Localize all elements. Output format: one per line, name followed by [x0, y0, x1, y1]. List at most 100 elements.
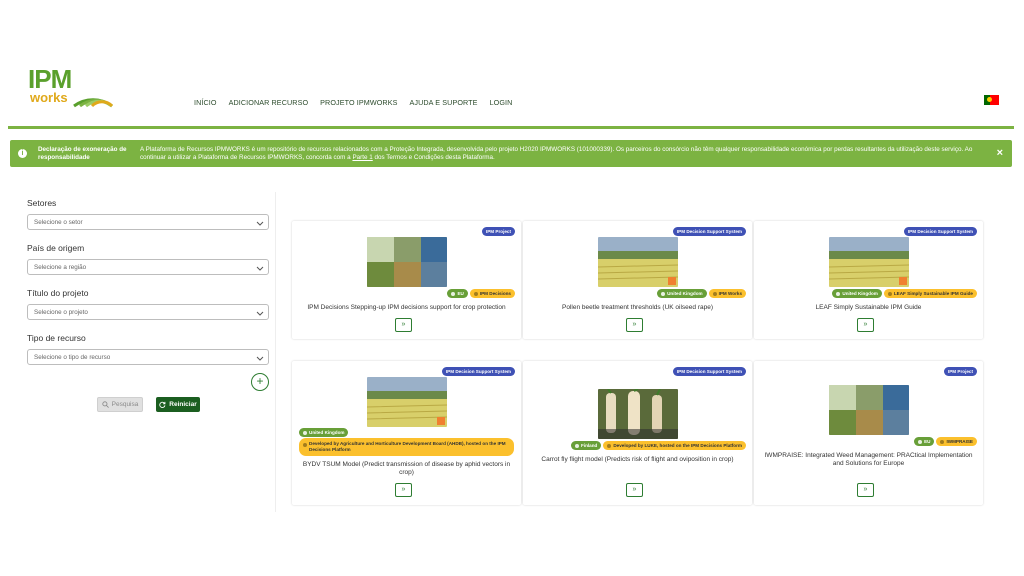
country-placeholder: Selecione a região: [34, 264, 87, 271]
open-resource-button[interactable]: »: [857, 318, 874, 332]
nav-ajuda-suporte[interactable]: AJUDA E SUPORTE: [410, 98, 478, 107]
add-filter-button[interactable]: +: [251, 373, 269, 391]
country-tag: EU: [447, 289, 468, 298]
project-label: Título do projeto: [27, 288, 89, 298]
resource-type-badge: IPM Decision Support System: [672, 367, 746, 376]
project-placeholder: Selecione o projeto: [34, 309, 88, 316]
developer-tag: Developed by Agriculture and Horticultur…: [299, 438, 514, 456]
open-resource-button[interactable]: »: [395, 483, 412, 497]
logo-arcs-icon: [73, 98, 114, 108]
disclaimer-title: Declaração de exoneração de responsabili…: [38, 146, 127, 161]
resource-card[interactable]: IPM Project EU IWMPRAISE IWMPRAISE: Inte…: [754, 361, 983, 505]
filters-panel: Setores Selecione o setor País de origem…: [27, 198, 271, 378]
card-tags: United Kingdom LEAF Simply Sustainable I…: [832, 289, 977, 298]
resource-card[interactable]: IPM Decision Support System United Kingd…: [292, 361, 521, 505]
resource-type-badge: IPM Decision Support System: [441, 367, 515, 376]
resource-thumbnail-image: [829, 237, 909, 287]
resource-type-badge: IPM Project: [943, 367, 977, 376]
nav-login[interactable]: LOGIN: [490, 98, 513, 107]
open-resource-button[interactable]: »: [626, 318, 643, 332]
close-icon[interactable]: ×: [997, 147, 1003, 159]
project-tag: LEAF Simply Sustainable IPM Guide: [883, 289, 977, 298]
resource-thumbnail-image: [367, 377, 447, 427]
project-tag-text: LEAF Simply Sustainable IPM Guide: [893, 291, 973, 296]
disclaimer-text-part2: dos Termos e Condições desta Plataforma.: [372, 154, 495, 161]
panel-divider: [275, 192, 276, 512]
card-tags: United Kingdom: [299, 428, 349, 437]
country-tag: Finland: [571, 441, 602, 450]
disclaimer-banner: i Declaração de exoneração de responsabi…: [10, 140, 1012, 167]
resource-type-badge: IPM Project: [481, 227, 515, 236]
country-tag: EU: [914, 437, 935, 446]
card-title[interactable]: LEAF Simply Sustainable IPM Guide: [762, 304, 975, 312]
disclaimer-text: A Plataforma de Recursos IPMWORKS é um r…: [140, 146, 990, 162]
card-tags: United Kingdom IPM Works: [657, 289, 746, 298]
card-title[interactable]: IWMPRAISE: Integrated Weed Management: P…: [762, 452, 975, 468]
reset-button-label: Reiniciar: [169, 401, 197, 408]
open-resource-button[interactable]: »: [626, 483, 643, 497]
country-tag-text: United Kingdom: [309, 430, 345, 435]
open-resource-button[interactable]: »: [395, 318, 412, 332]
project-select[interactable]: Selecione o projeto: [27, 304, 269, 320]
nav-inicio[interactable]: INÍCIO: [194, 98, 217, 107]
project-tag-text: IWMPRAISE: [946, 439, 973, 444]
disclaimer-text-part1: A Plataforma de Recursos IPMWORKS é um r…: [140, 146, 973, 161]
portugal-flag-icon[interactable]: [984, 95, 999, 105]
project-tag: IWMPRAISE: [936, 437, 977, 446]
card-title[interactable]: IPM Decisions Stepping-up IPM decisions …: [300, 304, 513, 312]
project-tag-text: IPM Decisions: [479, 291, 511, 296]
site-header: IPM works INÍCIO ADICIONAR RECURSO PROJE…: [0, 0, 1024, 130]
country-tag-text: Finland: [581, 443, 598, 448]
chevron-down-icon: [256, 221, 264, 226]
main-nav: INÍCIO ADICIONAR RECURSO PROJETO IPMWORK…: [194, 98, 512, 107]
header-divider: [8, 126, 1014, 129]
country-label: País de origem: [27, 243, 85, 253]
card-tags: EU IPM Decisions: [447, 289, 515, 298]
country-select[interactable]: Selecione a região: [27, 259, 269, 275]
search-button-label: Pesquisa: [111, 401, 139, 408]
type-select[interactable]: Selecione o tipo de recurso: [27, 349, 269, 365]
resource-type-badge: IPM Decision Support System: [903, 227, 977, 236]
country-tag: United Kingdom: [299, 428, 349, 437]
resource-thumbnail-image: [598, 237, 678, 287]
sectors-select[interactable]: Selecione o setor: [27, 214, 269, 230]
resource-card[interactable]: IPM Project EU IPM Decisions IPM Decisio…: [292, 221, 521, 339]
developer-tag-text: Developed by Agriculture and Horticultur…: [309, 441, 506, 452]
developer-tag: Developed by LUKE, hosted on the IPM Dec…: [603, 441, 746, 450]
card-title[interactable]: Pollen beetle treatment thresholds (UK o…: [531, 304, 744, 312]
ipmworks-logo[interactable]: IPM works: [28, 64, 114, 110]
project-tag: IPM Decisions: [469, 289, 515, 298]
project-tag: IPM Works: [708, 289, 746, 298]
country-tag: United Kingdom: [832, 289, 882, 298]
resource-thumbnail-image: [829, 385, 909, 435]
sectors-label: Setores: [27, 198, 57, 208]
resource-card[interactable]: IPM Decision Support System United Kingd…: [523, 221, 752, 339]
nav-projeto-ipmworks[interactable]: PROJETO IPMWORKS: [320, 98, 397, 107]
resource-thumbnail-image: [598, 389, 678, 439]
card-title[interactable]: Carrot fly flight model (Predicts risk o…: [531, 456, 744, 464]
terms-link[interactable]: Parte 1: [352, 154, 372, 161]
resource-card[interactable]: IPM Decision Support System United Kingd…: [754, 221, 983, 339]
chevron-down-icon: [256, 266, 264, 271]
sectors-placeholder: Selecione o setor: [34, 219, 83, 226]
country-tag-text: EU: [924, 439, 931, 444]
refresh-icon: [159, 401, 166, 408]
country-tag-text: United Kingdom: [842, 291, 878, 296]
open-resource-button[interactable]: »: [857, 483, 874, 497]
search-button[interactable]: Pesquisa: [97, 397, 143, 412]
resource-thumbnail-image: [367, 237, 447, 287]
search-icon: [101, 401, 109, 408]
developer-tag-text: Developed by LUKE, hosted on the IPM Dec…: [613, 443, 742, 448]
project-tag-text: IPM Works: [718, 291, 742, 296]
info-icon: i: [18, 149, 27, 158]
type-placeholder: Selecione o tipo de recurso: [34, 354, 111, 361]
nav-adicionar-recurso[interactable]: ADICIONAR RECURSO: [229, 98, 309, 107]
card-title[interactable]: BYDV TSUM Model (Predict transmission of…: [300, 461, 513, 477]
resource-type-badge: IPM Decision Support System: [672, 227, 746, 236]
card-tags: EU IWMPRAISE: [914, 437, 977, 446]
country-tag-text: United Kingdom: [667, 291, 703, 296]
card-tags: Finland Developed by LUKE, hosted on the…: [571, 441, 746, 450]
resource-card[interactable]: IPM Decision Support System Finland Deve…: [523, 361, 752, 505]
reset-button[interactable]: Reiniciar: [156, 397, 200, 412]
country-tag: United Kingdom: [657, 289, 707, 298]
